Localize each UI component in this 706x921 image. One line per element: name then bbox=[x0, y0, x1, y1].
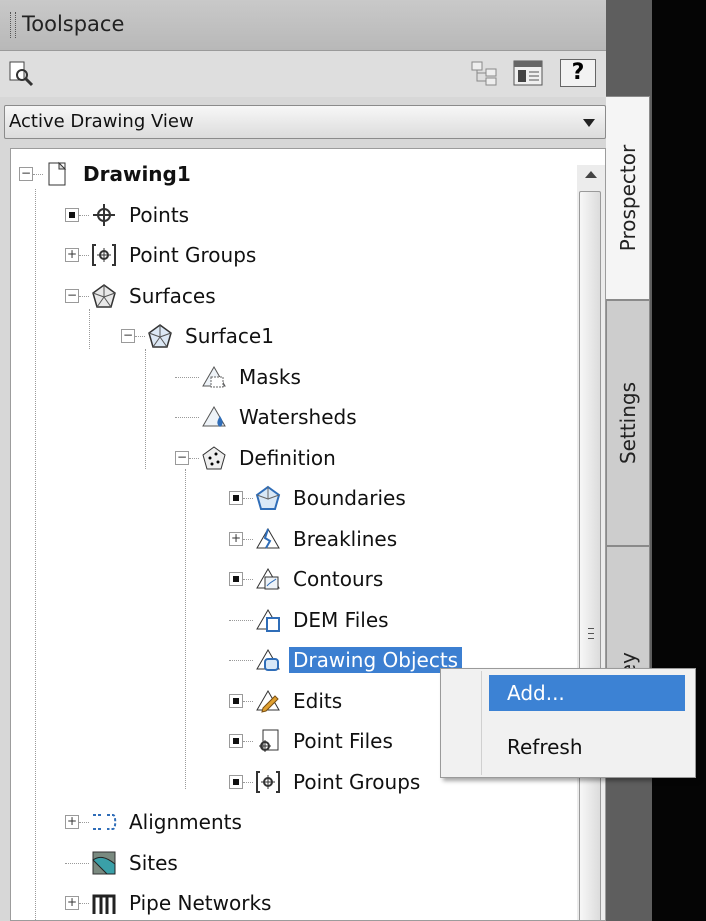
prospector-tree[interactable]: − Drawing1 Points + Point Groups − Surfaces − Su… bbox=[10, 148, 606, 921]
alignments-icon bbox=[91, 809, 117, 835]
tree-connector bbox=[243, 538, 253, 540]
tree-item-label: Points bbox=[129, 202, 190, 227]
list-view-icon[interactable] bbox=[512, 59, 544, 87]
tree-connector bbox=[135, 336, 145, 337]
tree-item-label: Contours bbox=[293, 567, 384, 591]
tree-connector bbox=[243, 700, 253, 702]
menu-gutter bbox=[481, 671, 482, 775]
watersheds-icon bbox=[201, 404, 227, 430]
tree-item-label: DEM Files bbox=[293, 607, 389, 632]
tree-connector bbox=[79, 295, 89, 297]
tab-prospector[interactable]: Prospector bbox=[606, 96, 650, 300]
collapse-icon[interactable]: − bbox=[65, 288, 79, 303]
tree-guide-line bbox=[185, 469, 186, 789]
point-groups-icon bbox=[255, 769, 281, 795]
masks-icon bbox=[201, 364, 227, 390]
scroll-thumb[interactable] bbox=[579, 191, 601, 920]
node-dot-icon[interactable] bbox=[229, 774, 243, 789]
tree-connector bbox=[243, 781, 253, 783]
dem-files-icon bbox=[255, 607, 281, 633]
edits-icon bbox=[255, 688, 281, 714]
item-view-icon[interactable] bbox=[470, 59, 500, 87]
tree-item-label: Masks bbox=[239, 364, 301, 389]
tree-guide-line bbox=[89, 309, 90, 349]
tree-connector bbox=[243, 579, 253, 580]
tree-connector bbox=[229, 619, 253, 621]
tree-connector bbox=[229, 660, 253, 661]
help-icon[interactable]: ? bbox=[560, 59, 596, 87]
tree-item-label: Sites bbox=[129, 850, 178, 875]
tree-connector bbox=[79, 822, 89, 823]
tree-connector bbox=[79, 214, 89, 216]
node-dot-icon[interactable] bbox=[65, 207, 79, 222]
tab-prospector-label: Prospector bbox=[615, 144, 640, 252]
points-icon bbox=[91, 202, 117, 228]
breaklines-icon bbox=[255, 526, 281, 552]
drawing-area bbox=[652, 0, 706, 921]
toolspace-toolbar: ? bbox=[0, 51, 610, 97]
tree-item-label: Drawing1 bbox=[83, 162, 191, 186]
tree-item-label: Alignments bbox=[129, 810, 242, 834]
toolspace-titlebar[interactable]: Toolspace bbox=[0, 0, 606, 51]
node-dot-icon[interactable] bbox=[229, 491, 243, 505]
tree-item-label: Watersheds bbox=[239, 405, 357, 429]
scroll-up-icon[interactable] bbox=[581, 165, 601, 185]
tree-item-label: Surface1 bbox=[185, 324, 274, 348]
context-menu: Add... Refresh bbox=[440, 668, 696, 778]
drag-grip-icon[interactable] bbox=[10, 12, 16, 38]
menu-item-refresh[interactable]: Refresh bbox=[489, 729, 685, 765]
window-title: Toolspace bbox=[22, 12, 125, 36]
node-dot-icon[interactable] bbox=[229, 693, 243, 708]
surfaces-icon bbox=[91, 283, 117, 309]
point-groups-icon bbox=[91, 242, 117, 268]
view-dropdown-value: Active Drawing View bbox=[9, 111, 194, 132]
zoom-search-icon[interactable] bbox=[8, 59, 36, 87]
node-dot-icon[interactable] bbox=[229, 734, 243, 748]
definition-icon bbox=[201, 445, 227, 471]
tree-item-label: Point Groups bbox=[129, 243, 257, 267]
tree-scrollbar[interactable] bbox=[577, 165, 605, 920]
expand-icon[interactable]: + bbox=[65, 815, 79, 829]
tree-connector bbox=[65, 862, 89, 864]
drawing-icon bbox=[45, 161, 71, 187]
boundaries-icon bbox=[255, 485, 281, 511]
tree-guide-line bbox=[145, 349, 146, 469]
collapse-icon[interactable]: − bbox=[121, 329, 135, 343]
menu-item-add[interactable]: Add... bbox=[489, 675, 685, 711]
tree-item-label: Edits bbox=[293, 688, 343, 713]
drawing-objects-icon bbox=[255, 647, 281, 673]
collapse-icon[interactable]: − bbox=[19, 167, 33, 181]
tree-item-label: Pipe Networks bbox=[129, 891, 272, 915]
collapse-icon[interactable]: − bbox=[175, 450, 189, 465]
expand-icon[interactable]: + bbox=[229, 531, 243, 546]
expand-icon[interactable]: + bbox=[65, 248, 79, 262]
tree-connector bbox=[33, 174, 43, 175]
contours-icon bbox=[255, 566, 281, 592]
tree-item-label: Definition bbox=[239, 445, 336, 470]
tree-item-label: Surfaces bbox=[129, 283, 216, 308]
sites-icon bbox=[91, 850, 117, 876]
tree-connector bbox=[175, 417, 199, 418]
point-files-icon bbox=[255, 728, 281, 754]
view-dropdown[interactable]: Active Drawing View bbox=[4, 105, 606, 139]
tree-guide-line bbox=[35, 189, 36, 920]
tree-connector bbox=[79, 903, 89, 904]
tree-connector bbox=[243, 741, 253, 742]
expand-icon[interactable]: + bbox=[65, 896, 79, 910]
tree-connector bbox=[243, 498, 253, 499]
surface-icon bbox=[147, 323, 173, 349]
pipe-networks-icon bbox=[91, 890, 117, 916]
tree-connector bbox=[189, 457, 199, 459]
tree-item-label: Breaklines bbox=[293, 526, 398, 551]
tab-settings-label: Settings bbox=[616, 381, 640, 465]
chevron-down-icon[interactable] bbox=[583, 119, 595, 127]
tree-item-label: Drawing Objects bbox=[289, 647, 463, 673]
tree-connector bbox=[175, 376, 199, 378]
tree-item-label: Point Groups bbox=[293, 769, 421, 794]
tab-settings[interactable]: Settings bbox=[606, 300, 650, 546]
tree-item-label: Boundaries bbox=[293, 486, 406, 510]
tree-connector bbox=[79, 255, 89, 256]
node-dot-icon[interactable] bbox=[229, 572, 243, 586]
tree-item-label: Point Files bbox=[293, 729, 393, 753]
